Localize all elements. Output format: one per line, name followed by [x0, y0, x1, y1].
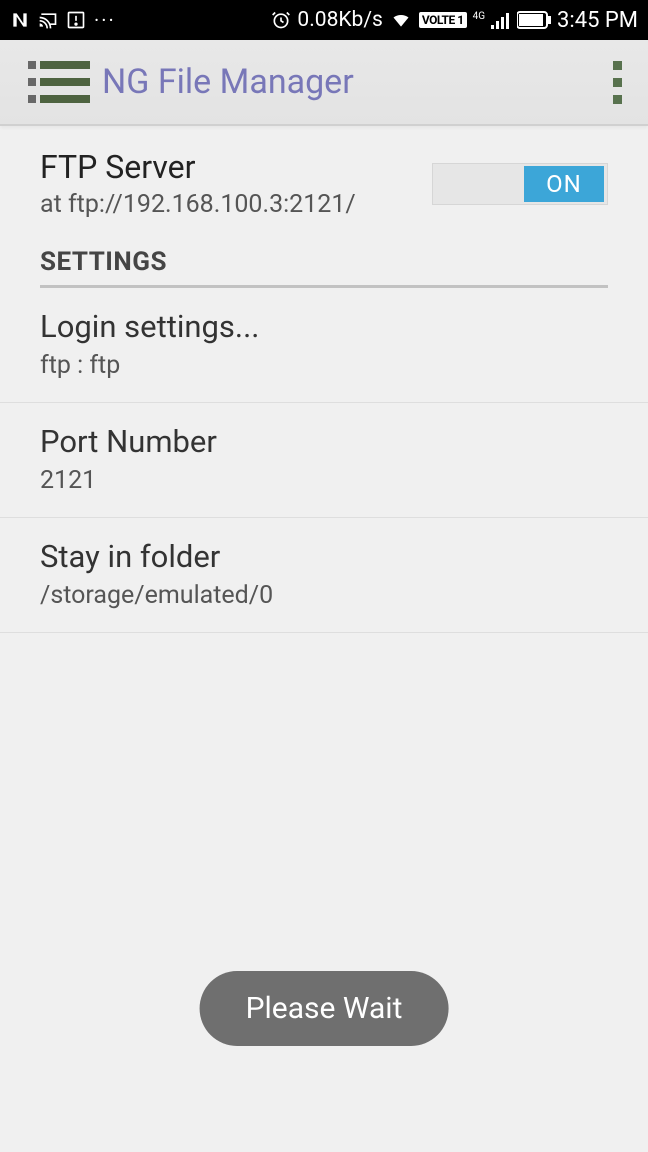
cast-icon	[38, 10, 58, 30]
more-icon: ···	[94, 8, 116, 32]
battery-icon	[517, 11, 551, 29]
network-gen: 4G	[473, 12, 485, 22]
toast-please-wait: Please Wait	[200, 971, 449, 1046]
toggle-on-label: ON	[524, 166, 604, 202]
status-left-icons: ···	[10, 8, 116, 32]
clock-time: 3:45 PM	[557, 8, 638, 33]
ftp-server-address: at ftp://192.168.100.3:2121/	[40, 190, 432, 219]
n-icon	[10, 10, 30, 30]
app-title: NG File Manager	[102, 62, 354, 102]
status-right-icons: 0.08Kb/s VOLTE 1 4G 3:45 PM	[271, 8, 638, 33]
settings-section-header: SETTINGS	[0, 247, 648, 285]
item-sub: 2121	[40, 466, 608, 495]
alert-box-icon	[66, 10, 86, 30]
alarm-icon	[271, 10, 291, 30]
item-sub: ftp : ftp	[40, 351, 608, 380]
app-bar: NG File Manager	[0, 40, 648, 126]
item-title: Stay in folder	[40, 538, 608, 575]
item-title: Login settings...	[40, 308, 608, 345]
content: FTP Server at ftp://192.168.100.3:2121/ …	[0, 126, 648, 633]
status-bar: ··· 0.08Kb/s VOLTE 1 4G 3:45 PM	[0, 0, 648, 40]
ftp-server-toggle[interactable]: ON	[432, 163, 608, 205]
menu-icon[interactable]	[28, 61, 90, 103]
signal-icon	[491, 11, 511, 29]
login-settings-item[interactable]: Login settings... ftp : ftp	[0, 288, 648, 403]
ftp-server-title: FTP Server	[40, 148, 432, 186]
volte-badge: VOLTE 1	[419, 12, 467, 28]
ftp-server-row: FTP Server at ftp://192.168.100.3:2121/ …	[0, 148, 648, 247]
network-speed: 0.08Kb/s	[297, 8, 382, 32]
stay-in-folder-item[interactable]: Stay in folder /storage/emulated/0	[0, 518, 648, 633]
item-title: Port Number	[40, 423, 608, 460]
port-number-item[interactable]: Port Number 2121	[0, 403, 648, 518]
wifi-icon	[389, 10, 413, 30]
item-sub: /storage/emulated/0	[40, 581, 608, 610]
overflow-menu-icon[interactable]	[607, 55, 628, 110]
